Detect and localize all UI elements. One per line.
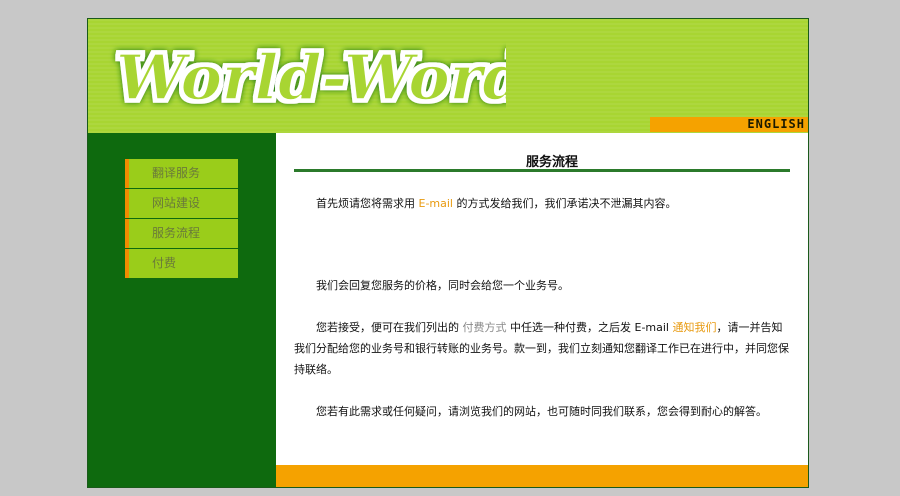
sidebar: 翻译服务 网站建设 服务流程 付费	[88, 133, 276, 487]
email-link[interactable]: E-mail	[419, 197, 454, 210]
notify-us-link[interactable]: 通知我们	[672, 321, 716, 334]
sidebar-item-payment[interactable]: 付费	[125, 249, 238, 278]
sidebar-menu: 翻译服务 网站建设 服务流程 付费	[125, 159, 238, 279]
page-frame: World-Word ENGLISH 翻译服务 网站建设 服务流程 付费 服务流…	[87, 18, 809, 488]
main-content: 服务流程 首先烦请您将需求用 E-mail 的方式发给我们，我们承诺决不泄漏其内…	[276, 133, 808, 487]
paragraph-3: 您若接受，便可在我们列出的 付费方式 中任选一种付费，之后发 E-mail 通知…	[294, 317, 790, 380]
payment-methods-link[interactable]: 付费方式	[463, 321, 507, 334]
title-divider	[294, 169, 790, 172]
sidebar-item-translation[interactable]: 翻译服务	[125, 159, 238, 188]
english-link[interactable]: ENGLISH	[650, 117, 808, 132]
page-title: 服务流程	[525, 155, 578, 170]
paragraph-1: 首先烦请您将需求用 E-mail 的方式发给我们，我们承诺决不泄漏其内容。	[294, 193, 790, 214]
paragraph-4: 您若有此需求或任何疑问，请浏览我们的网站，也可随时同我们联系，您会得到耐心的解答…	[316, 405, 767, 418]
header-banner: World-Word ENGLISH	[88, 19, 808, 133]
p3-text-before: 您若接受，便可在我们列出的	[316, 321, 463, 334]
paragraph-2: 我们会回复您服务的价格，同时会给您一个业务号。	[316, 279, 569, 292]
sidebar-item-service-process[interactable]: 服务流程	[125, 219, 238, 248]
sidebar-item-web-building[interactable]: 网站建设	[125, 189, 238, 218]
logo-text: World-Word	[116, 41, 506, 114]
p1-text-after: 的方式发给我们，我们承诺决不泄漏其内容。	[453, 197, 677, 210]
footer-bar	[276, 465, 808, 487]
p1-text-before: 首先烦请您将需求用	[316, 197, 419, 210]
p3-text-middle: 中任选一种付费，之后发 E-mail	[506, 321, 673, 334]
site-logo[interactable]: World-Word	[106, 27, 506, 122]
